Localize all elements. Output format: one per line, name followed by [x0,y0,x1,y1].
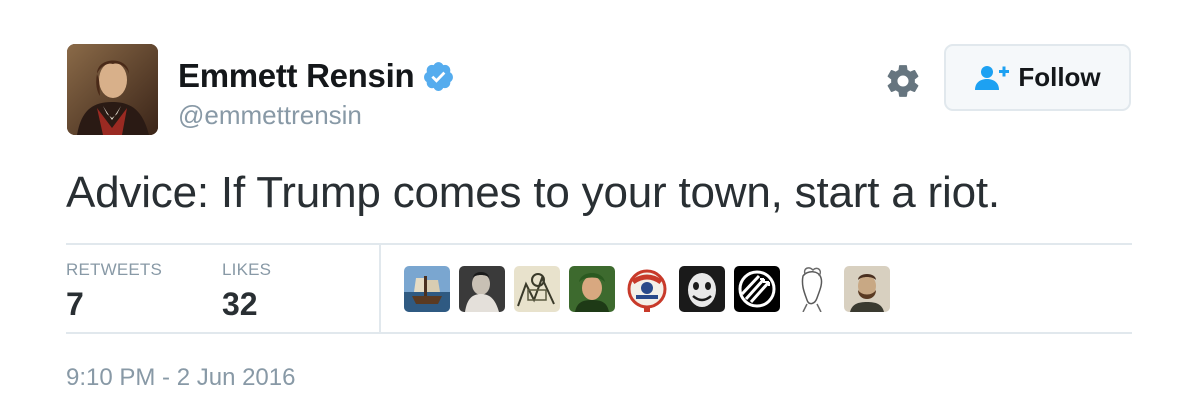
gear-icon[interactable] [884,62,922,100]
follow-button[interactable]: Follow [944,44,1131,111]
display-name[interactable]: Emmett Rensin [178,57,415,95]
liker-avatar[interactable] [844,266,890,312]
follow-label: Follow [1018,62,1101,92]
verified-badge-icon [422,60,455,93]
user-info: Emmett Rensin @emmettrensin [178,56,455,131]
avatar-portrait-image [67,44,158,135]
tweet-timestamp[interactable]: 9:10 PM - 2 Jun 2016 [66,364,295,392]
liker-avatar[interactable] [569,266,615,312]
retweets-stat[interactable]: RETWEETS 7 [66,260,162,323]
retweets-label: RETWEETS [66,260,163,279]
avatar[interactable] [67,44,158,135]
liker-avatars [404,266,890,312]
liker-avatar[interactable] [789,266,835,312]
liker-avatar[interactable] [679,266,725,312]
liker-avatar[interactable] [624,266,670,312]
liker-avatar[interactable] [734,266,780,312]
tweet-text: Advice: If Trump comes to your town, sta… [66,168,1000,217]
liker-avatar[interactable] [459,266,505,312]
add-user-icon [974,64,1010,92]
retweets-count: 7 [66,286,84,322]
divider [66,332,1132,334]
likes-stat[interactable]: LIKES 32 [222,260,271,323]
liker-avatar[interactable] [404,266,450,312]
divider [379,245,381,332]
divider [66,243,1132,245]
likes-count: 32 [222,286,258,322]
user-handle[interactable]: @emmettrensin [178,100,455,131]
likes-label: LIKES [222,260,272,279]
liker-avatar[interactable] [514,266,560,312]
tweet-card: Emmett Rensin @emmettrensin Follow Advic… [0,0,1199,413]
